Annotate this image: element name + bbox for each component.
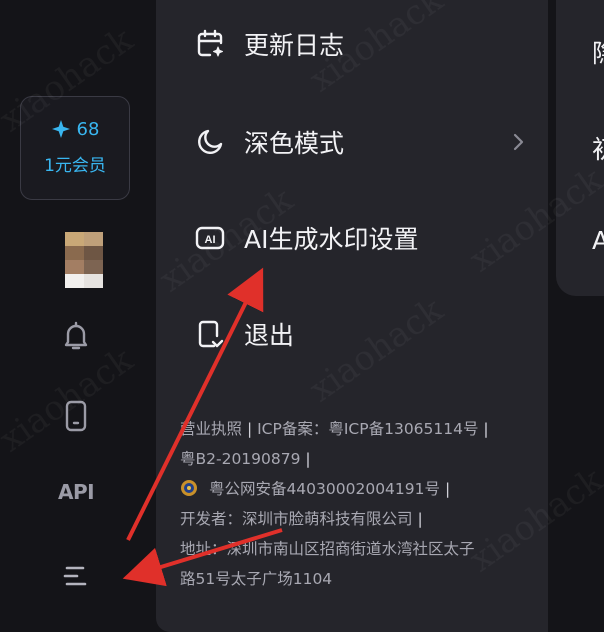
footer-address-line: 路51号太子广场1104	[180, 570, 333, 588]
credits-count: 68	[76, 118, 100, 140]
business-license-link[interactable]: 营业执照	[180, 420, 242, 438]
mobile-device-icon[interactable]	[58, 398, 94, 434]
svg-text:AI: AI	[205, 234, 216, 246]
legal-footer: 营业执照 | ICP备案：粤ICP备13065114号 | 粤B2-201908…	[180, 414, 530, 594]
member-offer-label: 1元会员	[44, 156, 106, 176]
peek-item[interactable]: 隐	[592, 34, 604, 70]
menu-item-label: 退出	[244, 321, 295, 350]
sidebar-rail: 68 1元会员 API	[0, 0, 156, 632]
police-badge-icon	[181, 480, 197, 496]
footer-line-developer: 开发者：深圳市脸萌科技有限公司 |	[180, 510, 423, 528]
menu-item-dark-mode[interactable]: 深色模式	[192, 114, 532, 170]
ai-badge-icon: AI	[192, 220, 228, 256]
menu-item-ai-watermark-settings[interactable]: AI AI生成水印设置	[192, 210, 532, 266]
developer-text: 开发者：深圳市脸萌科技有限公司	[180, 510, 413, 528]
menu-item-label: 深色模式	[244, 129, 345, 158]
menu-icon[interactable]	[58, 558, 94, 594]
menu-item-label: 更新日志	[244, 31, 345, 60]
footer-line-license: 营业执照 | ICP备案：粤ICP备13065114号 |	[180, 420, 489, 438]
menu-item-label: AI生成水印设置	[244, 225, 419, 254]
calendar-sparkle-icon	[192, 26, 228, 62]
menu-item-changelog[interactable]: 更新日志	[192, 16, 532, 72]
peek-item[interactable]: 初	[592, 130, 604, 166]
chevron-right-icon	[513, 133, 524, 151]
menu-item-logout[interactable]: 退出	[192, 306, 532, 362]
footer-line-police: 粤公网安备44030002004191号 |	[180, 474, 530, 504]
avatar[interactable]	[65, 232, 103, 288]
footer-address-line: 地址：深圳市南山区招商街道水湾社区太子	[180, 540, 475, 558]
api-link[interactable]: API	[58, 480, 98, 504]
logout-icon	[192, 316, 228, 352]
b2-license-link[interactable]: 粤B2-20190879	[180, 450, 300, 468]
credits-row: 68	[21, 117, 129, 141]
right-panel-peek: 隐 初 A	[556, 0, 604, 296]
settings-menu-panel: 更新日志 深色模式 AI AI生成水印设置 退出 营业执照 | ICP备案：粤I…	[156, 0, 548, 632]
peek-item[interactable]: A	[592, 226, 604, 255]
sparkle-icon	[51, 120, 70, 138]
credits-card[interactable]: 68 1元会员	[20, 96, 130, 200]
footer-line-b2: 粤B2-20190879 |	[180, 450, 311, 468]
police-record-link[interactable]: 粤公网安备44030002004191号	[209, 480, 440, 498]
moon-icon	[192, 124, 228, 160]
icp-record-link[interactable]: ICP备案：粤ICP备13065114号	[257, 420, 478, 438]
bell-icon[interactable]	[58, 318, 94, 354]
